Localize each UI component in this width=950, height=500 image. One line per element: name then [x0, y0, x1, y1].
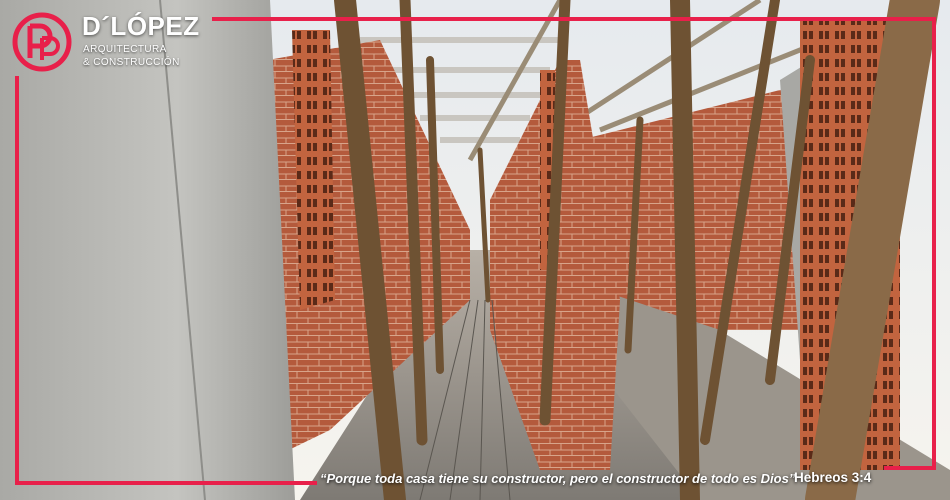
construction-photo-post: D´LÓPEZ ARQUITECTURA & CONSTRUCCIÓN “Por… [0, 0, 950, 500]
bible-quote: “Porque toda casa tiene su constructor, … [320, 471, 796, 486]
frame-right-line [932, 17, 936, 468]
construction-site-photo [0, 0, 950, 500]
frame-left-line [15, 76, 19, 484]
brand-tagline-line2: & CONSTRUCCIÓN [83, 57, 180, 68]
brand-logo-icon [12, 12, 72, 72]
brand-tagline-line1: ARQUITECTURA [83, 44, 167, 55]
frame-corner-line [884, 466, 936, 470]
brand-name: D´LÓPEZ [82, 11, 200, 41]
bible-reference: Hebreos 3:4 [794, 470, 872, 485]
frame-bottom-line [15, 481, 317, 485]
frame-top-line [212, 17, 936, 21]
